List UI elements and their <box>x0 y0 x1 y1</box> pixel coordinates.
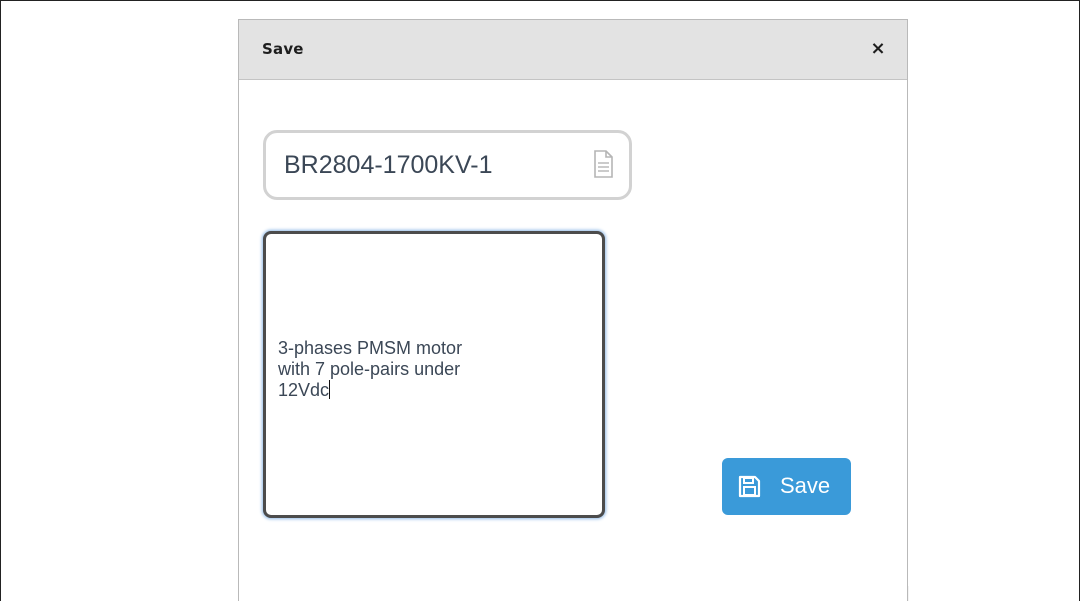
file-icon <box>593 150 613 178</box>
dialog-title: Save <box>262 40 304 58</box>
filename-value[interactable]: BR2804-1700KV-1 <box>284 151 492 180</box>
save-button[interactable]: Save <box>722 458 851 515</box>
text-caret <box>329 380 331 399</box>
filename-input[interactable]: BR2804-1700KV-1 <box>263 130 632 200</box>
close-icon[interactable]: × <box>867 37 889 61</box>
floppy-disk-icon <box>738 475 761 498</box>
description-textarea[interactable]: 3-phases PMSM motor with 7 pole-pairs un… <box>263 231 605 518</box>
save-button-label: Save <box>780 473 831 498</box>
save-dialog: Save × BR2804-1700KV-1 3-phases PMSM mot… <box>238 19 908 601</box>
dialog-header: Save × <box>239 20 907 80</box>
description-value[interactable]: 3-phases PMSM motor with 7 pole-pairs un… <box>278 338 578 401</box>
